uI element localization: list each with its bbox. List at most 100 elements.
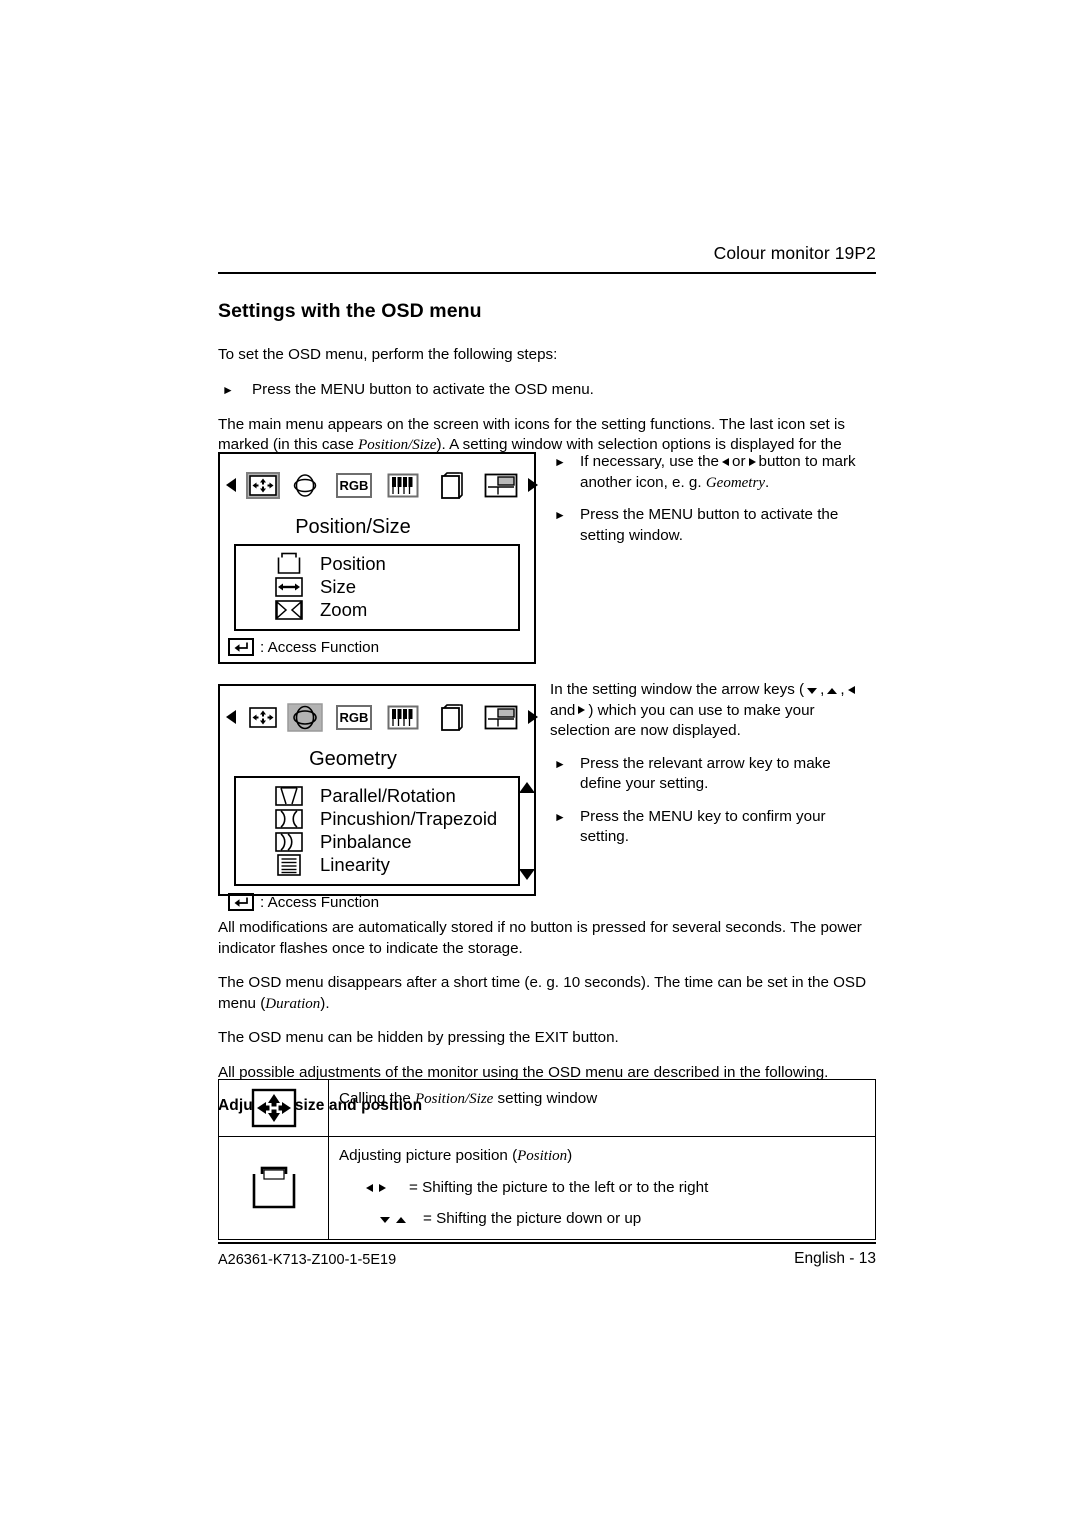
page-number: English - 13 <box>794 1250 876 1267</box>
text-run: = Shifting the picture to the left or to… <box>409 1179 709 1196</box>
osd-position-icon[interactable] <box>483 470 519 500</box>
bullet-triangle-icon: ► <box>554 809 566 824</box>
geometry-icon[interactable] <box>287 470 323 500</box>
list-item-label: Linearity <box>320 853 390 875</box>
left-arrow-key-icon <box>847 685 855 694</box>
osd-list-wrapper: Parallel/Rotation Pincushion/Trapezoid P… <box>234 776 535 886</box>
enter-key-icon <box>228 638 254 656</box>
intro-block: Settings with the OSD menu To set the OS… <box>218 300 876 476</box>
osd-icon-row: RGB <box>226 462 538 508</box>
list-item[interactable]: Parallel/Rotation <box>236 784 518 807</box>
up-arrow-key-icon <box>396 1216 406 1223</box>
table-line: Adjusting picture position (Position) <box>339 1145 865 1167</box>
bullet-text: Press the MENU button to activate the OS… <box>252 380 594 398</box>
text-run: or <box>732 453 746 470</box>
italic-term: Position/Size <box>414 1091 494 1107</box>
text-run: Calling the <box>339 1090 415 1107</box>
list-item[interactable]: Linearity <box>236 853 518 876</box>
list-item-label: Position <box>320 552 386 574</box>
down-arrow-key-icon <box>807 687 818 694</box>
pincushion-trapezoid-icon <box>272 808 306 829</box>
list-item-label: Parallel/Rotation <box>320 784 456 806</box>
down-up-key-pair <box>377 1208 423 1229</box>
bullet-item: ► Press the MENU button to activate the … <box>218 380 876 401</box>
text-run: and <box>550 701 576 719</box>
svg-text:RGB: RGB <box>340 478 369 493</box>
table-subline: = Shifting the picture down or up <box>339 1208 865 1229</box>
osd-menu-title: Geometry <box>309 748 397 770</box>
bullet-item: ► Press the MENU key to confirm your set… <box>550 807 876 848</box>
table-row: Adjusting picture position (Position) = … <box>219 1137 875 1239</box>
exit-paragraph: The OSD menu can be hidden by pressing t… <box>218 1029 619 1046</box>
list-item[interactable]: Pincushion/Trapezoid <box>236 807 518 830</box>
bullet-triangle-icon: ► <box>222 382 234 397</box>
rgb-colour-icon[interactable]: RGB <box>336 470 372 500</box>
footer-divider <box>218 1242 876 1244</box>
osd-screenshot-position-size: RGB Position/Size Position Size Zoom: A… <box>218 452 538 664</box>
nav-right-arrow-icon[interactable] <box>528 710 538 724</box>
intro-sentence: To set the OSD menu, perform the followi… <box>218 346 558 363</box>
osd-menu-title: Position/Size <box>295 516 411 538</box>
right-arrow-key-icon <box>379 1183 386 1192</box>
rgb-colour-icon[interactable]: RGB <box>336 702 372 732</box>
list-item-label: Pinbalance <box>320 830 412 852</box>
convergence-icon[interactable] <box>385 702 421 732</box>
bullet-text: Press the MENU key to confirm your setti… <box>580 807 826 846</box>
table-row: Calling the Position/Size setting window <box>219 1080 875 1137</box>
bullet-text: If necessary, use the or button to mark an… <box>580 452 876 493</box>
italic-term: Position/Size <box>358 437 437 453</box>
text-run: , <box>840 681 845 698</box>
osd-setting-list: Position Size Zoom <box>234 544 520 631</box>
text-run: . <box>764 473 770 491</box>
position-size-icon[interactable] <box>245 470 281 500</box>
scroll-down-icon[interactable] <box>519 869 535 880</box>
storage-paragraph: All modifications are automatically stor… <box>218 919 862 957</box>
side-text-lower: In the setting window the arrow keys (,,… <box>550 680 876 860</box>
right-arrow-key-icon <box>578 706 586 714</box>
osd-icon-row: RGB <box>226 694 538 740</box>
duration-paragraph: The OSD menu disappears after a short ti… <box>218 973 876 1014</box>
text-run: , <box>820 681 825 698</box>
position-size-arrows-icon <box>219 1080 329 1136</box>
osd-access-label: : Access Function <box>260 893 380 911</box>
picture-position-icon <box>219 1137 329 1239</box>
convergence-icon[interactable] <box>385 470 421 500</box>
adjustments-table: Calling the Position/Size setting window… <box>218 1079 876 1240</box>
left-arrow-key-icon <box>366 1183 373 1192</box>
list-item[interactable]: Position <box>236 552 518 575</box>
scroll-up-icon[interactable] <box>519 782 535 793</box>
osd-position-icon[interactable] <box>483 702 519 732</box>
running-header: Colour monitor 19P2 <box>713 243 876 263</box>
bullet-text: Press the relevant arrow key to make def… <box>580 754 831 793</box>
bullet-item: ► Press the relevant arrow key to make d… <box>550 754 876 795</box>
table-subline: = Shifting the picture to the left or to… <box>339 1177 865 1198</box>
bullet-text: Press the MENU button to activate the se… <box>580 506 839 544</box>
parallel-rotation-icon <box>272 785 306 806</box>
enter-key-icon <box>228 893 254 911</box>
italic-term: Position <box>517 1148 568 1164</box>
arrow-keys-paragraph: In the setting window the arrow keys (,,… <box>550 680 876 742</box>
osd-access-footer: : Access Function <box>228 638 534 656</box>
list-item[interactable]: Zoom <box>236 598 518 621</box>
list-item[interactable]: Pinbalance <box>236 830 518 853</box>
page-title: Settings with the OSD menu <box>218 300 482 322</box>
document-page: Colour monitor 19P2 Settings with the OS… <box>0 0 1080 1528</box>
bullet-item: ► If necessary, use the or button to mark … <box>550 452 876 493</box>
osd-list-wrapper: Position Size Zoom <box>234 544 520 631</box>
left-arrow-key-icon <box>722 457 730 466</box>
position-size-icon[interactable] <box>245 702 281 732</box>
nav-right-arrow-icon[interactable] <box>528 478 538 492</box>
moire-icon[interactable] <box>434 702 470 732</box>
table-line: Calling the Position/Size setting window <box>339 1088 865 1110</box>
nav-left-arrow-icon[interactable] <box>226 710 236 724</box>
text-run: In the setting window the arrow keys ( <box>550 681 805 698</box>
moire-icon[interactable] <box>434 470 470 500</box>
nav-left-arrow-icon[interactable] <box>226 478 236 492</box>
geometry-icon[interactable] <box>287 702 323 732</box>
osd-access-footer: : Access Function <box>228 893 534 911</box>
text-run: ). <box>320 994 330 1012</box>
right-arrow-key-icon <box>748 457 756 466</box>
text-run: Adjusting picture position ( <box>339 1147 518 1164</box>
text-run: If necessary, use the <box>580 453 720 470</box>
list-item[interactable]: Size <box>236 575 518 598</box>
